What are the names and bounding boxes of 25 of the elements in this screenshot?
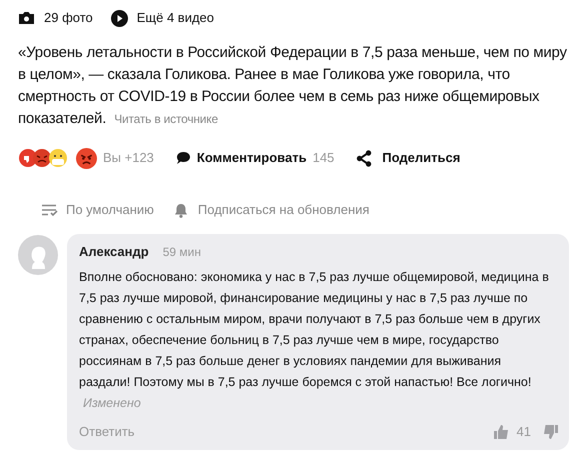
speech-bubble-icon: [176, 151, 191, 165]
subscribe-button[interactable]: Подписаться на обновления: [174, 200, 370, 220]
bell-icon: [174, 202, 188, 218]
sort-button[interactable]: По умолчанию: [42, 200, 154, 220]
reaction-emojis-icon[interactable]: [18, 148, 70, 168]
source-link[interactable]: Читать в источнике: [114, 112, 218, 126]
avatar-icon: [18, 235, 58, 275]
sort-icon: [42, 204, 58, 216]
thumbs-down-icon[interactable]: [543, 424, 559, 440]
play-icon: [110, 10, 128, 26]
camera-icon: [18, 11, 35, 25]
reaction-count: Вы +123: [103, 149, 154, 168]
comment-button[interactable]: Комментировать 145: [176, 148, 334, 168]
comment-time: 59 мин: [162, 244, 201, 261]
share-button[interactable]: Поделиться: [356, 148, 460, 168]
angry-emoji-icon: [76, 148, 97, 168]
article-paragraph: «Уровень летальности в Российской Федерации в 7,5 раза меньше, чем по миру в целом», — сказала Голикова. Ранее в мае Голикова уже говорила, что смертность от COVID-19 в России более чем в семь раз ниже общемировых показателей. Читать в источнике: [18, 43, 568, 129]
comment-text: Вполне обосновано: экономика у нас в 7,5 раз лучше общемировой, медицина в 7,5 раз лучше мировой, финансирование медицины у нас в 7,5 раз лучше по сравнению с остальным миром, врачи получают в 7,5 раз больше чем в других странах, обеспечение больниц в 7,5 раз лучше чем в мире, государство россиянам в 7,5 раз больше денег в условиях пандемии для выживания раздали! Поэтому мы в 7,5 раз лучше боремся с этой напастью! Все логично! Изменено: [79, 269, 550, 412]
share-icon: [356, 150, 372, 166]
thumbs-up-icon[interactable]: [492, 424, 509, 440]
media-count[interactable]: Ещё 4 видео: [136, 8, 214, 28]
like-count: 41: [516, 423, 531, 442]
media-count[interactable]: 29 фото: [44, 8, 93, 28]
edited-label: Изменено: [83, 396, 141, 410]
comment-author[interactable]: Александр: [79, 242, 149, 262]
